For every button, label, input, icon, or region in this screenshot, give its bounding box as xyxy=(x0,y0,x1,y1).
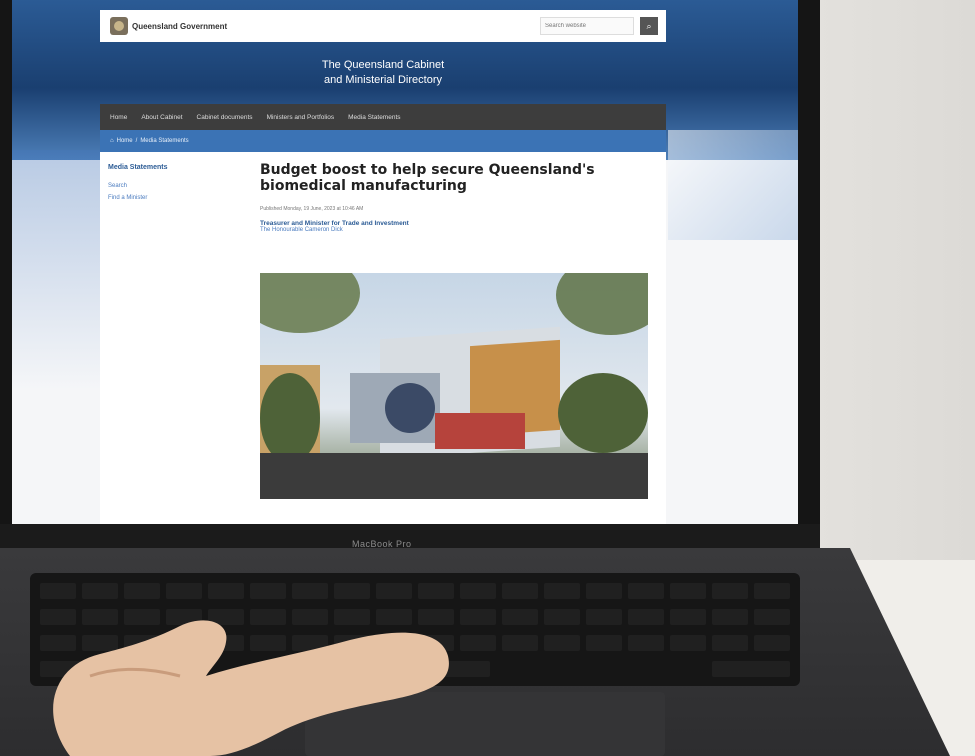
breadcrumb: ⌂ Home / Media Statements xyxy=(100,130,666,152)
road xyxy=(260,453,648,499)
decor-glass-right xyxy=(668,130,798,240)
content-area: Media Statements Search Find a Minister … xyxy=(100,152,666,524)
qld-gov-logo[interactable]: Queensland Government xyxy=(110,17,227,35)
site-title: The Queensland Cabinet and Ministerial D… xyxy=(100,42,666,104)
site-title-line2: and Ministerial Directory xyxy=(324,74,442,86)
published-date: Published Monday, 19 June, 2023 at 10:46… xyxy=(260,206,364,212)
home-icon[interactable]: ⌂ xyxy=(110,138,114,144)
site-title-line1: The Queensland Cabinet xyxy=(321,59,445,71)
hand-image xyxy=(53,620,449,756)
key xyxy=(460,609,496,625)
key xyxy=(670,583,706,599)
key xyxy=(754,583,790,599)
article-photo-building xyxy=(260,273,648,499)
key xyxy=(586,635,622,651)
sidebar-link-search[interactable]: Search xyxy=(108,183,238,189)
breadcrumb-current: Media Statements xyxy=(140,138,189,144)
key xyxy=(502,635,538,651)
article-headline: Budget boost to help secure Queensland's… xyxy=(260,162,595,194)
key xyxy=(586,583,622,599)
article: Budget boost to help secure Queensland's… xyxy=(260,162,656,499)
nav-ministers-portfolios[interactable]: Ministers and Portfolios xyxy=(267,114,335,121)
laptop-screen-bezel: Queensland Government ⌕ The Queensland C… xyxy=(0,0,820,548)
nav-about-cabinet[interactable]: About Cabinet xyxy=(141,114,182,121)
key xyxy=(502,609,538,625)
key xyxy=(754,609,790,625)
key xyxy=(628,583,664,599)
nav-home[interactable]: Home xyxy=(110,114,127,121)
tree-decor xyxy=(556,273,648,335)
key xyxy=(586,609,622,625)
tree-decor xyxy=(558,373,648,453)
browser-viewport: Queensland Government ⌕ The Queensland C… xyxy=(12,0,798,524)
key xyxy=(712,583,748,599)
nav-media-statements[interactable]: Media Statements xyxy=(348,114,400,121)
key xyxy=(460,583,496,599)
key xyxy=(544,583,580,599)
building-red-canopy xyxy=(435,413,525,449)
key xyxy=(712,661,790,677)
search-icon: ⌕ xyxy=(646,20,652,31)
key xyxy=(544,635,580,651)
sidebar-link-find-minister[interactable]: Find a Minister xyxy=(108,195,238,201)
key xyxy=(502,583,538,599)
tree-decor xyxy=(260,373,320,463)
nav-cabinet-documents[interactable]: Cabinet documents xyxy=(197,114,253,121)
building-dome xyxy=(385,383,435,433)
search-button[interactable]: ⌕ xyxy=(640,17,658,35)
breadcrumb-home[interactable]: Home xyxy=(117,138,133,144)
key xyxy=(712,635,748,651)
search-input[interactable] xyxy=(540,17,634,35)
tree-decor xyxy=(260,273,360,333)
site-container: Queensland Government ⌕ The Queensland C… xyxy=(100,10,666,524)
main-nav: Home About Cabinet Cabinet documents Min… xyxy=(100,104,666,130)
sidebar: Media Statements Search Find a Minister xyxy=(108,164,238,207)
breadcrumb-separator: / xyxy=(135,138,138,144)
minister-name[interactable]: The Honourable Cameron Dick xyxy=(260,227,656,233)
key xyxy=(670,609,706,625)
search-group: ⌕ xyxy=(540,17,658,35)
key xyxy=(628,609,664,625)
sidebar-title[interactable]: Media Statements xyxy=(108,164,238,171)
minister-title[interactable]: Treasurer and Minister for Trade and Inv… xyxy=(260,220,656,227)
key xyxy=(628,635,664,651)
key xyxy=(460,635,496,651)
key xyxy=(670,635,706,651)
crest-icon xyxy=(110,17,128,35)
macbook-brand-label: MacBook Pro xyxy=(352,539,412,549)
key xyxy=(754,635,790,651)
key xyxy=(712,609,748,625)
logo-text: Queensland Government xyxy=(132,21,228,31)
top-bar: Queensland Government ⌕ xyxy=(100,10,666,42)
key xyxy=(544,609,580,625)
